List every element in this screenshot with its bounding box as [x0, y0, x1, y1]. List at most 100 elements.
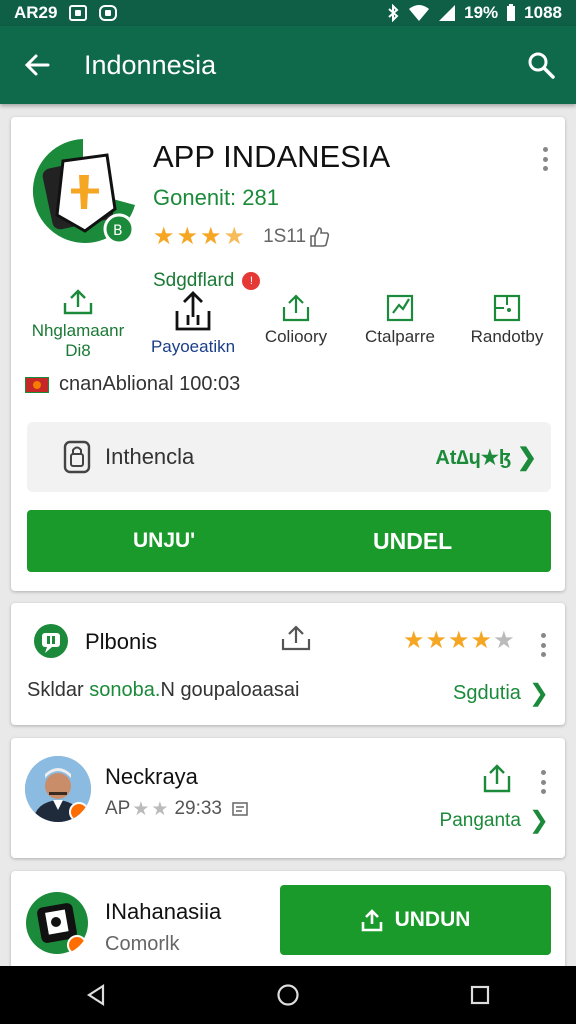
- download-button[interactable]: UNDUN: [280, 885, 551, 955]
- more-link-label: Panganta: [439, 809, 521, 831]
- info-row: cnanAblional 100:03: [25, 373, 240, 396]
- install-button[interactable]: UNJU' UNDEL: [27, 510, 551, 572]
- status-clock: 1088: [524, 3, 562, 22]
- app-card-plbonis[interactable]: Plbonis ★ ★ ★ ★ ★ Skldar sonoba.N goupal…: [11, 603, 565, 725]
- star-icon: ★: [470, 627, 493, 654]
- share-icon: [175, 291, 211, 331]
- action-label-2: Payoeatikn: [150, 337, 236, 356]
- rating-count: 1S11: [263, 226, 307, 247]
- square-icon: [493, 294, 521, 322]
- action-item-5[interactable]: Randotby: [459, 293, 555, 347]
- page-title: Indonnesia: [84, 49, 217, 80]
- app-meta: AP ★ ★ 29:33: [105, 798, 248, 820]
- recents-nav-button[interactable]: [460, 975, 500, 1015]
- action-row: Nhglamaanr Di8 Payoeatikn Colioory Ctalp…: [11, 289, 565, 369]
- info-text: cnanAblional 100:03: [59, 373, 241, 395]
- system-nav-bar: [0, 966, 576, 1024]
- star-icon: ★: [153, 223, 175, 250]
- developer-name[interactable]: Gonenit: 281: [153, 185, 279, 211]
- circle-home-icon: [277, 984, 299, 1006]
- action-item-2[interactable]: Payoeatikn: [143, 289, 243, 357]
- share-icon[interactable]: [279, 625, 313, 653]
- battery-icon: [507, 4, 516, 21]
- rate-mini: At∆ɥ★ɮ ❯: [435, 443, 537, 472]
- app-subtitle: Comorlk: [105, 933, 180, 955]
- share-icon: [63, 289, 93, 315]
- download-label: UNDUN: [394, 908, 471, 931]
- rating-row: ★ ★ ★ ★ 1S11: [153, 225, 330, 249]
- chevron-right-icon: ❯: [528, 807, 549, 834]
- square-recents-icon: [470, 985, 490, 1005]
- app-title: APP INDANESIA: [153, 139, 391, 174]
- action-label-4: Ctalparre: [365, 327, 435, 346]
- message-icon: [232, 802, 248, 816]
- arrow-left-icon: [24, 54, 50, 76]
- rate-section[interactable]: Inthencla At∆ɥ★ɮ ❯: [27, 422, 551, 492]
- star-icon: ★: [425, 627, 448, 654]
- action-label-5: Randotby: [470, 327, 544, 346]
- lock-icon: [63, 440, 91, 474]
- home-nav-button[interactable]: [268, 975, 308, 1015]
- more-options-icon[interactable]: [539, 770, 547, 794]
- action-item-3[interactable]: Colioory: [253, 293, 339, 347]
- star-icon: ★: [176, 223, 199, 250]
- star-half-icon: ★: [223, 223, 246, 250]
- rating-stars: ★ ★ ★ ★ ★: [403, 629, 515, 653]
- star-icon: ★: [448, 627, 470, 654]
- triangle-back-icon: [86, 983, 105, 1007]
- chart-icon: [386, 294, 414, 322]
- star-icon: ★: [403, 627, 425, 654]
- star-icon: ★: [200, 223, 222, 250]
- back-button[interactable]: [22, 50, 52, 80]
- app-logo-icon: B: [32, 139, 135, 245]
- meta-prefix: AP: [105, 798, 131, 819]
- action-label-3: Colioory: [264, 327, 328, 346]
- search-icon[interactable]: [526, 50, 556, 80]
- more-options-icon[interactable]: [541, 147, 549, 171]
- bluetooth-icon: [388, 4, 399, 22]
- app-detail-card: B APP INDANESIA Gonenit: 281 ★ ★ ★ ★ 1S1…: [11, 117, 565, 591]
- share-icon[interactable]: [481, 762, 513, 794]
- status-time: AR29: [14, 3, 58, 22]
- rate-mini-text: At∆ɥ★ɮ: [435, 446, 511, 469]
- thumb-up-icon: [310, 227, 330, 247]
- star-icon: ★: [151, 798, 169, 820]
- app-logo-icon: [34, 624, 68, 658]
- share-icon: [282, 294, 310, 322]
- chevron-right-icon: ❯: [528, 680, 549, 707]
- action-item-1[interactable]: Nhglamaanr Di8: [23, 289, 133, 361]
- star-icon: ★: [132, 798, 150, 820]
- signal-icon: [439, 5, 456, 21]
- chevron-right-icon: ❯: [516, 443, 537, 471]
- meta-time: 29:33: [174, 798, 222, 819]
- rate-label: Inthencla: [105, 444, 195, 469]
- flag-icon: [25, 376, 49, 393]
- back-nav-button[interactable]: [76, 975, 116, 1015]
- install-left-label: UNJU': [133, 529, 196, 552]
- desc-part-2: sonoba.: [89, 679, 161, 701]
- install-right-label: UNDEL: [373, 527, 453, 554]
- app-name: INahanasiia: [105, 899, 222, 924]
- star-empty-icon: ★: [493, 627, 515, 654]
- app-name: Plbonis: [85, 629, 158, 654]
- more-link[interactable]: Sgdutia ❯: [453, 679, 549, 708]
- app-logo-icon: [26, 892, 88, 955]
- app-card-neckraya[interactable]: Neckraya AP ★ ★ 29:33 Panganta ❯: [11, 738, 565, 858]
- notification-icon: [69, 5, 88, 21]
- more-link[interactable]: Panganta ❯: [440, 806, 549, 835]
- app-description: Skldar sonoba.N goupaloaasai: [27, 679, 299, 702]
- app-bar: Indonnesia: [0, 26, 576, 104]
- desc-part-3: N goupaloaasai: [160, 679, 300, 701]
- action-item-4[interactable]: Ctalparre: [355, 293, 445, 347]
- avatar: [25, 756, 91, 822]
- desc-part-1: Skldar: [27, 679, 84, 701]
- app-name: Neckraya: [105, 764, 198, 789]
- status-bar: AR29 19% 1088: [0, 0, 576, 26]
- upload-icon: [361, 909, 382, 932]
- notification-icon-2: [99, 5, 118, 21]
- battery-percent: 19%: [464, 3, 499, 22]
- svg-text:B: B: [113, 223, 123, 239]
- wifi-icon: [409, 5, 430, 21]
- action-label-1: Nhglamaanr Di8: [31, 321, 125, 360]
- more-options-icon[interactable]: [539, 633, 547, 657]
